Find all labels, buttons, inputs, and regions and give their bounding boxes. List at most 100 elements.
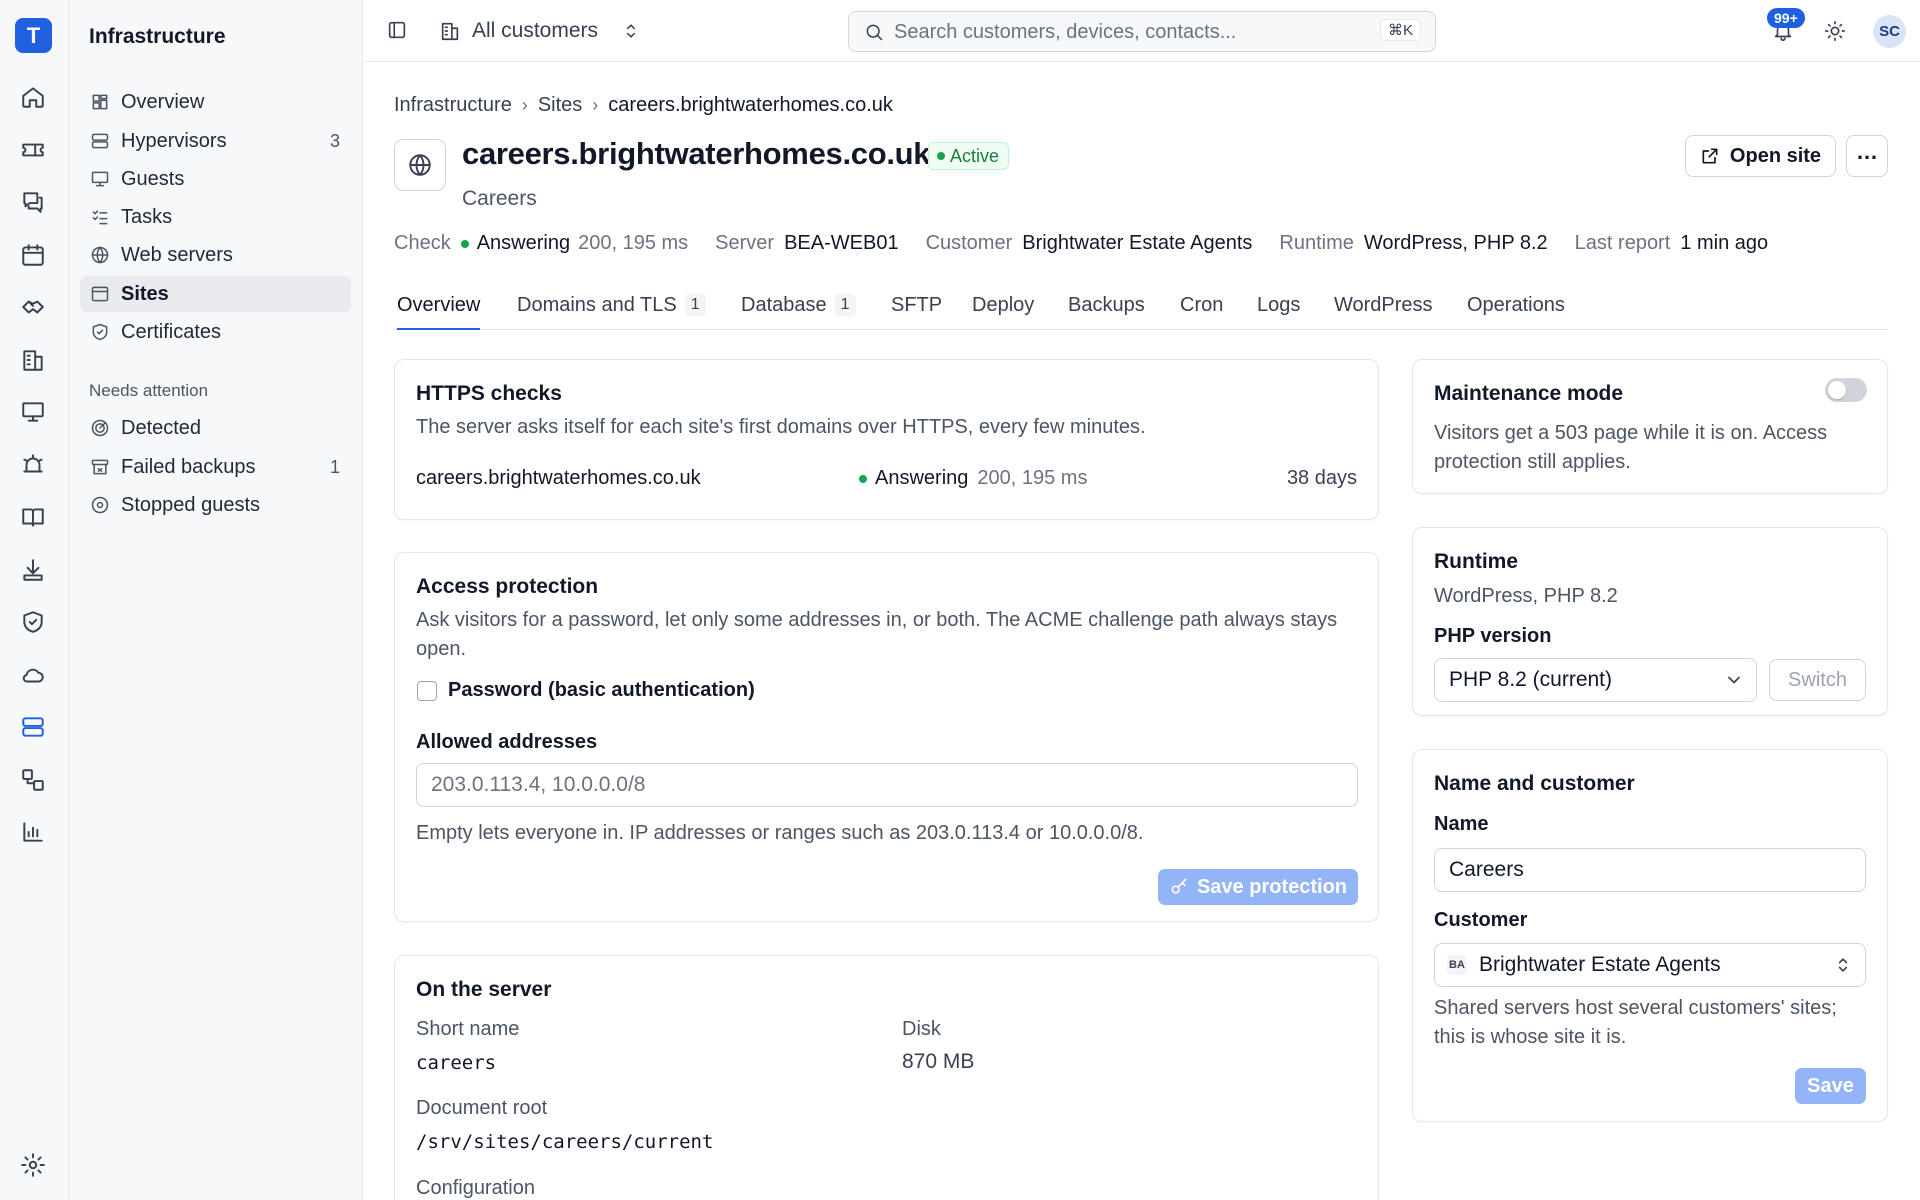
- https-checks-card: HTTPS checks The server asks itself for …: [394, 359, 1379, 520]
- home-icon[interactable]: [18, 82, 48, 112]
- server-icon: [91, 133, 109, 149]
- tab-label: SFTP: [891, 294, 943, 316]
- meta-runtime-value: WordPress, PHP 8.2: [1363, 232, 1548, 254]
- nav-item-failed-backups[interactable]: Failed backups 1: [80, 449, 351, 485]
- meta-customer-value[interactable]: Brightwater Estate Agents: [1022, 232, 1252, 255]
- card-title: Maintenance mode: [1434, 382, 1624, 405]
- tab-deploy[interactable]: Deploy: [972, 290, 1034, 330]
- page-subtitle: Careers: [462, 187, 537, 210]
- tab-label: Domains and TLS: [517, 294, 677, 316]
- tab-database[interactable]: Database 1: [741, 290, 856, 330]
- nav-item-label: Failed backups: [121, 455, 256, 478]
- tab-label: WordPress: [1334, 294, 1433, 316]
- building-icon: [439, 20, 461, 42]
- cloud-icon[interactable]: [18, 660, 48, 690]
- chevron-updown-icon[interactable]: [621, 20, 641, 42]
- more-actions-button[interactable]: …: [1846, 135, 1888, 177]
- calendar-icon[interactable]: [18, 240, 48, 270]
- meta-check-detail: 200, 195 ms: [578, 232, 689, 254]
- meta-server-key: Server: [715, 232, 775, 254]
- shield-icon[interactable]: [18, 607, 48, 637]
- tab-overview[interactable]: Overview: [397, 290, 481, 330]
- meta-server-value[interactable]: BEA-WEB01: [784, 232, 898, 255]
- meta-report-key: Last report: [1574, 232, 1671, 254]
- status-dot: [460, 239, 469, 248]
- nav-item-label: Sites: [121, 282, 169, 305]
- nav-item-hypervisors[interactable]: Hypervisors 3: [80, 123, 351, 159]
- breadcrumb-item[interactable]: Infrastructure: [394, 94, 512, 117]
- globe-icon: [394, 139, 446, 191]
- breadcrumb-item[interactable]: Sites: [538, 94, 582, 117]
- nav-item-count: 3: [329, 130, 340, 151]
- switch-button[interactable]: Switch: [1769, 659, 1866, 701]
- sidebar-toggle-icon[interactable]: [386, 19, 408, 41]
- app-logo[interactable]: T: [15, 18, 52, 53]
- book-icon[interactable]: [18, 502, 48, 532]
- status-dot: [937, 152, 945, 160]
- tab-label: Backups: [1068, 294, 1145, 316]
- nav-title: Infrastructure: [89, 25, 226, 48]
- handshake-icon[interactable]: [18, 292, 48, 322]
- breadcrumb-current: careers.brightwaterhomes.co.uk: [608, 94, 893, 116]
- password-checkbox[interactable]: [417, 681, 437, 701]
- building-icon[interactable]: [18, 345, 48, 375]
- sun-icon[interactable]: [1824, 20, 1846, 42]
- more-icon: …: [1856, 139, 1878, 164]
- https-status: Answering 200, 195 ms: [859, 467, 1087, 490]
- avatar[interactable]: SC: [1873, 15, 1906, 48]
- nav-item-web-servers[interactable]: Web servers: [80, 237, 351, 273]
- open-site-button[interactable]: Open site: [1685, 135, 1836, 177]
- nav-item-label: Hypervisors: [121, 129, 227, 152]
- nav-item-certificates[interactable]: Certificates: [80, 314, 351, 350]
- server-icon[interactable]: [18, 712, 48, 742]
- tab-label: Deploy: [972, 294, 1035, 316]
- notification-badge: 99+: [1767, 8, 1805, 28]
- tab-domains-and-tls[interactable]: Domains and TLS 1: [517, 290, 706, 330]
- breadcrumb: Infrastructure › Sites › careers.brightw…: [394, 94, 893, 117]
- tab-backups[interactable]: Backups: [1068, 290, 1145, 330]
- alarm-icon[interactable]: [18, 450, 48, 480]
- nav-item-guests[interactable]: Guests: [80, 161, 351, 197]
- workflow-icon[interactable]: [18, 765, 48, 795]
- maintenance-toggle[interactable]: [1825, 378, 1867, 402]
- settings-icon[interactable]: [18, 1150, 48, 1180]
- stop-circle-icon: [91, 496, 109, 514]
- monitor-icon[interactable]: [18, 397, 48, 427]
- chart-icon[interactable]: [18, 817, 48, 847]
- customer-select[interactable]: BA Brightwater Estate Agents: [1434, 943, 1866, 987]
- nav-item-overview[interactable]: Overview: [80, 84, 351, 120]
- nav-item-label: Tasks: [121, 205, 173, 228]
- search-input[interactable]: Search customers, devices, contacts... ⌘…: [848, 11, 1436, 52]
- chat-icon[interactable]: [18, 187, 48, 217]
- name-input[interactable]: Careers: [1434, 848, 1866, 892]
- nav-item-tasks[interactable]: Tasks: [80, 199, 351, 235]
- tab-label: Database: [741, 294, 827, 316]
- archive-icon: [91, 459, 109, 475]
- ticket-icon[interactable]: [18, 135, 48, 165]
- chevron-updown-icon: [1833, 955, 1853, 981]
- tab-operations[interactable]: Operations: [1467, 290, 1565, 330]
- tab-cron[interactable]: Cron: [1180, 290, 1223, 330]
- php-version-select[interactable]: PHP 8.2 (current): [1434, 658, 1757, 702]
- globe-icon: [91, 246, 109, 264]
- chevron-down-icon: [1724, 670, 1744, 696]
- nav-item-label: Certificates: [121, 320, 222, 343]
- save-button[interactable]: Save: [1795, 1068, 1866, 1104]
- customer-select[interactable]: All customers: [472, 19, 598, 43]
- meta-customer-key: Customer: [925, 232, 1013, 254]
- customer-hint: Shared servers host several customers' s…: [1434, 997, 1837, 1048]
- nav-item-detected[interactable]: Detected: [80, 410, 351, 446]
- search-shortcut: ⌘K: [1379, 19, 1421, 41]
- allowed-addresses-input[interactable]: 203.0.113.4, 10.0.0.0/8: [416, 763, 1358, 807]
- password-checkbox-label[interactable]: Password (basic authentication): [448, 679, 755, 702]
- tab-wordpress[interactable]: WordPress: [1334, 290, 1433, 330]
- checklist-icon: [92, 210, 108, 225]
- download-icon[interactable]: [18, 555, 48, 585]
- save-protection-button[interactable]: Save protection: [1158, 869, 1358, 905]
- page-title: careers.brightwaterhomes.co.uk: [462, 136, 931, 171]
- nav-item-sites[interactable]: Sites: [80, 276, 351, 312]
- tab-sftp[interactable]: SFTP: [891, 290, 942, 330]
- nav-item-stopped-guests[interactable]: Stopped guests: [80, 487, 351, 523]
- tab-logs[interactable]: Logs: [1257, 290, 1300, 330]
- tab-label: Logs: [1257, 294, 1301, 316]
